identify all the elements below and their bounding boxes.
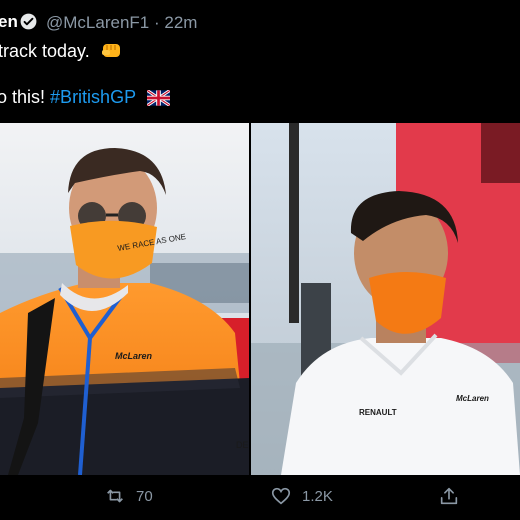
share-icon bbox=[440, 487, 458, 505]
verified-badge-icon bbox=[20, 13, 37, 30]
tweet-text-segment: track today. bbox=[0, 41, 90, 61]
share-button[interactable] bbox=[438, 485, 460, 507]
timestamp[interactable]: 22m bbox=[164, 13, 197, 32]
action-bar: 70 1.2K bbox=[0, 485, 520, 515]
handle-and-time: @McLarenF1 · 22m bbox=[46, 13, 197, 33]
handle[interactable]: @McLarenF1 bbox=[46, 13, 149, 32]
heart-icon bbox=[271, 487, 291, 505]
tweet-text-segment: o this! bbox=[0, 87, 46, 107]
uk-flag-icon bbox=[146, 90, 170, 106]
right-photo[interactable]: RENAULT McLaren bbox=[251, 123, 520, 475]
sponsor-logo: RENAULT bbox=[359, 408, 397, 417]
sponsor-logo: DELL bbox=[236, 440, 249, 450]
left-photo[interactable]: WE RACE AS ONE McLaren DELL bbox=[0, 123, 249, 475]
separator-dot: · bbox=[153, 13, 160, 32]
fist-emoji-icon bbox=[101, 44, 120, 57]
tweet-header: en @McLarenF1 · 22m bbox=[0, 0, 520, 33]
like-count: 1.2K bbox=[302, 487, 333, 505]
retweet-count: 70 bbox=[136, 487, 153, 505]
tweet-text-line-1: track today. bbox=[0, 41, 123, 62]
jacket-logo: McLaren bbox=[115, 351, 153, 361]
tweet-text-line-2: o this! #BritishGP bbox=[0, 87, 170, 108]
retweet-icon bbox=[107, 489, 123, 503]
retweet-button[interactable]: 70 bbox=[104, 485, 153, 507]
display-name[interactable]: en bbox=[0, 12, 18, 32]
like-button[interactable]: 1.2K bbox=[270, 485, 333, 507]
hashtag-link[interactable]: #BritishGP bbox=[50, 87, 136, 107]
shirt-logo: McLaren bbox=[456, 394, 489, 403]
